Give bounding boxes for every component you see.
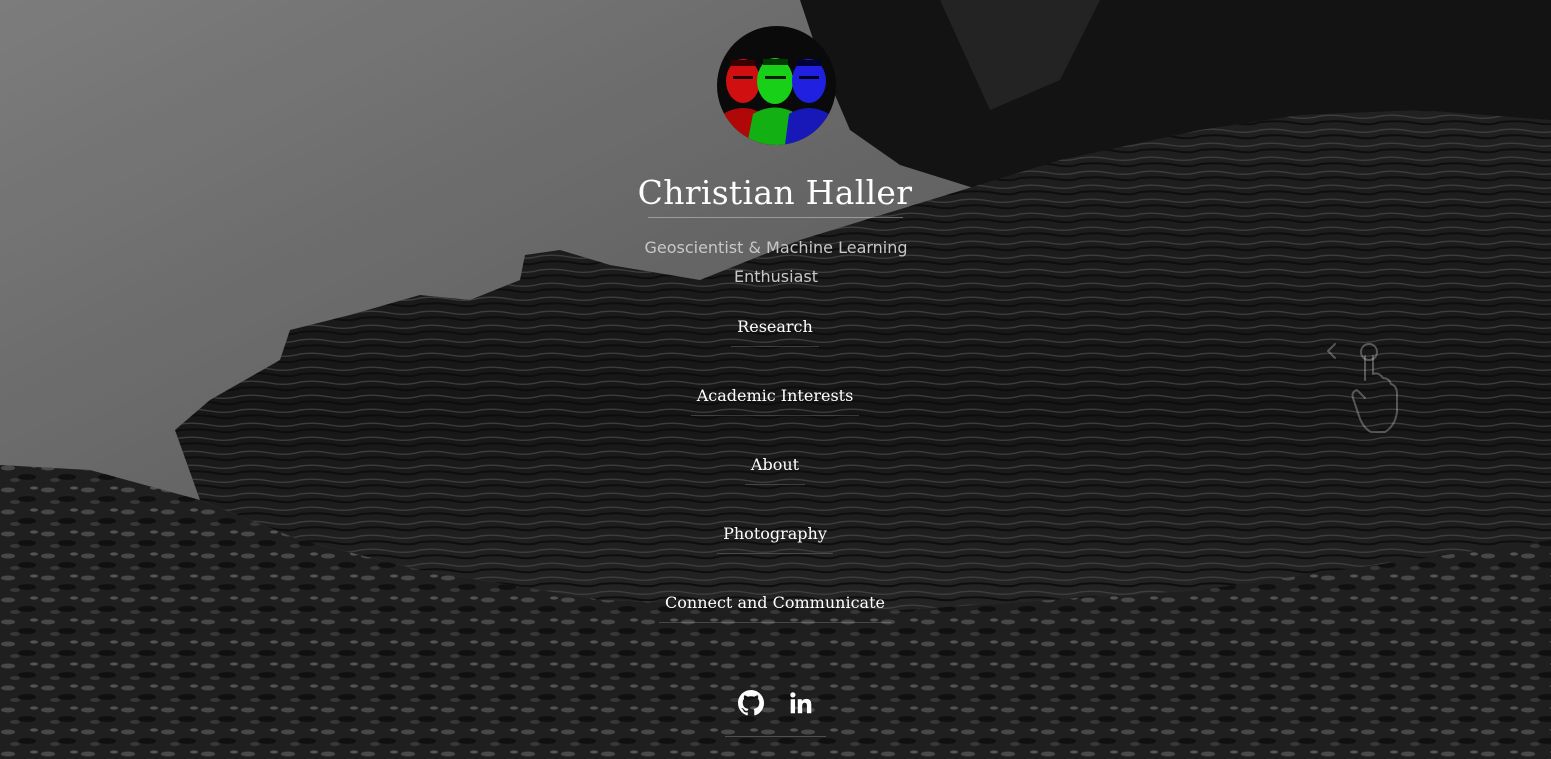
page: Christian Haller Geoscientist & Machine … bbox=[0, 0, 1551, 759]
github-icon bbox=[737, 690, 764, 716]
footer-divider bbox=[725, 736, 826, 737]
nav-label: About bbox=[744, 447, 806, 485]
title-divider bbox=[648, 217, 903, 218]
linkedin-icon bbox=[789, 692, 811, 714]
nav-photography[interactable]: Photography bbox=[575, 516, 975, 585]
nav-about[interactable]: About bbox=[575, 447, 975, 516]
nav-label: Connect and Communicate bbox=[659, 585, 891, 623]
nav-academic-interests[interactable]: Academic Interests bbox=[575, 378, 975, 447]
github-link[interactable] bbox=[737, 690, 764, 716]
nav-label: Research bbox=[731, 309, 819, 347]
nav-connect-and-communicate[interactable]: Connect and Communicate bbox=[575, 585, 975, 654]
swipe-left-hand-icon bbox=[1327, 343, 1398, 433]
tagline: Geoscientist & Machine Learning Enthusia… bbox=[644, 238, 908, 286]
social-links bbox=[725, 685, 826, 725]
profile-avatar[interactable] bbox=[717, 26, 836, 145]
site-title: Christian Haller bbox=[637, 173, 913, 212]
nav-label: Academic Interests bbox=[690, 378, 860, 416]
linkedin-link[interactable] bbox=[788, 690, 814, 716]
nav-research[interactable]: Research bbox=[575, 309, 975, 378]
nav-label: Photography bbox=[717, 516, 833, 554]
